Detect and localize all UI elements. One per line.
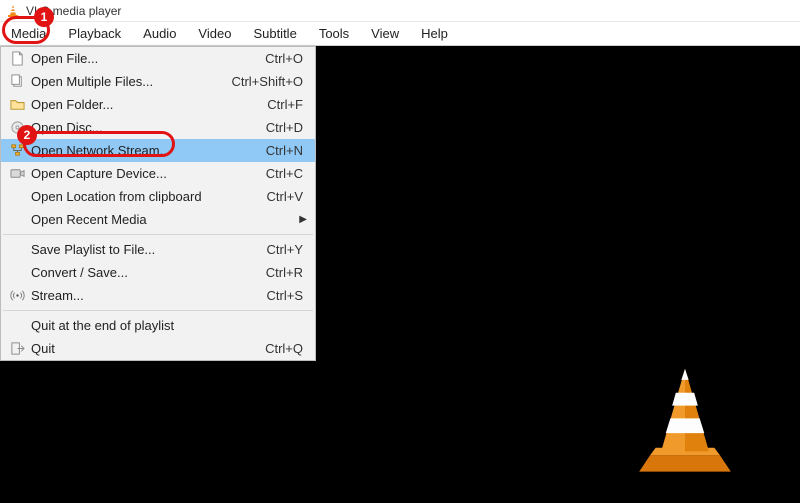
menu-item-open-folder[interactable]: Open Folder...Ctrl+F: [1, 93, 315, 116]
menu-video[interactable]: Video: [187, 22, 242, 45]
menu-media[interactable]: Media: [0, 22, 57, 45]
menu-item-shortcut: Ctrl+Shift+O: [231, 74, 307, 89]
menu-item-shortcut: Ctrl+R: [266, 265, 307, 280]
menu-item-shortcut: Ctrl+S: [267, 288, 307, 303]
vlc-cone-icon: [6, 4, 20, 18]
file-icon: [7, 51, 27, 66]
menu-item-open-capture-device[interactable]: Open Capture Device...Ctrl+C: [1, 162, 315, 185]
menu-item-open-recent-media[interactable]: Open Recent Media▶: [1, 208, 315, 231]
menu-playback[interactable]: Playback: [57, 22, 132, 45]
menu-view[interactable]: View: [360, 22, 410, 45]
app-window: VLC media player MediaPlaybackAudioVideo…: [0, 0, 800, 503]
menu-item-shortcut: Ctrl+V: [267, 189, 307, 204]
menu-item-label: Open Network Stream...: [27, 143, 266, 158]
menu-help[interactable]: Help: [410, 22, 459, 45]
capture-icon: [7, 166, 27, 181]
menu-item-label: Open Location from clipboard: [27, 189, 267, 204]
menu-item-stream[interactable]: Stream...Ctrl+S: [1, 284, 315, 307]
menubar: MediaPlaybackAudioVideoSubtitleToolsView…: [0, 22, 800, 46]
menu-item-open-multiple-files[interactable]: Open Multiple Files...Ctrl+Shift+O: [1, 70, 315, 93]
menu-item-quit[interactable]: QuitCtrl+Q: [1, 337, 315, 360]
menu-item-label: Save Playlist to File...: [27, 242, 267, 257]
menu-item-open-network-stream[interactable]: Open Network Stream...Ctrl+N: [1, 139, 315, 162]
menu-item-shortcut: Ctrl+C: [266, 166, 307, 181]
menu-item-shortcut: Ctrl+N: [266, 143, 307, 158]
stream-icon: [7, 288, 27, 303]
menu-item-open-location-from-clipboard[interactable]: Open Location from clipboardCtrl+V: [1, 185, 315, 208]
menu-item-convert-save[interactable]: Convert / Save...Ctrl+R: [1, 261, 315, 284]
menu-item-label: Convert / Save...: [27, 265, 266, 280]
media-menu-dropdown: Open File...Ctrl+OOpen Multiple Files...…: [0, 46, 316, 361]
menu-tools[interactable]: Tools: [308, 22, 360, 45]
menu-item-shortcut: Ctrl+F: [267, 97, 307, 112]
menu-item-label: Quit at the end of playlist: [27, 318, 307, 333]
menu-subtitle[interactable]: Subtitle: [242, 22, 307, 45]
menu-audio[interactable]: Audio: [132, 22, 187, 45]
disc-icon: [7, 120, 27, 135]
menu-item-shortcut: Ctrl+Y: [267, 242, 307, 257]
menu-item-label: Quit: [27, 341, 265, 356]
menu-item-label: Open Multiple Files...: [27, 74, 231, 89]
menu-item-open-disc[interactable]: Open Disc...Ctrl+D: [1, 116, 315, 139]
chevron-right-icon: ▶: [299, 214, 307, 225]
menu-item-shortcut: Ctrl+D: [266, 120, 307, 135]
menu-separator: [3, 234, 313, 235]
titlebar: VLC media player: [0, 0, 800, 22]
menu-item-label: Open File...: [27, 51, 265, 66]
menu-item-label: Open Recent Media: [27, 212, 307, 227]
menu-item-label: Stream...: [27, 288, 267, 303]
menu-item-label: Open Folder...: [27, 97, 267, 112]
window-title: VLC media player: [26, 4, 121, 18]
files-icon: [7, 74, 27, 89]
menu-item-quit-at-the-end-of-playlist[interactable]: Quit at the end of playlist: [1, 314, 315, 337]
menu-item-label: Open Capture Device...: [27, 166, 266, 181]
quit-icon: [7, 341, 27, 356]
folder-icon: [7, 97, 27, 112]
menu-item-label: Open Disc...: [27, 120, 266, 135]
menu-item-save-playlist-to-file[interactable]: Save Playlist to File...Ctrl+Y: [1, 238, 315, 261]
vlc-cone-logo: [630, 363, 740, 483]
menu-separator: [3, 310, 313, 311]
network-icon: [7, 143, 27, 158]
menu-item-open-file[interactable]: Open File...Ctrl+O: [1, 47, 315, 70]
menu-item-shortcut: Ctrl+O: [265, 51, 307, 66]
menu-item-shortcut: Ctrl+Q: [265, 341, 307, 356]
